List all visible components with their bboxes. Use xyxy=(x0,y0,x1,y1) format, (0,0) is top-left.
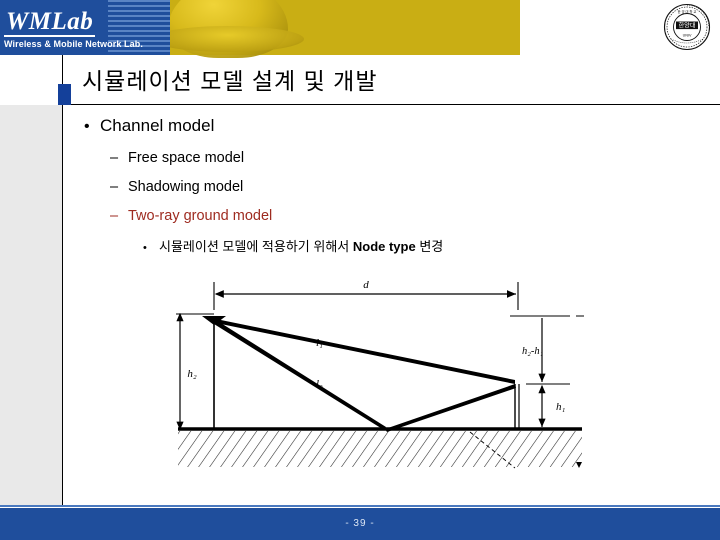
height-difference-label: h₂-h₁ xyxy=(522,346,543,357)
left-gray-panel xyxy=(0,105,62,505)
bullet-node-type-note: • 시뮬레이션 모델에 적용하기 위해서 Node type 변경 xyxy=(143,236,443,255)
note-text-emphasis: Node type xyxy=(352,239,416,254)
bullet-shadowing-model: – Shadowing model xyxy=(110,179,243,195)
note-text-after: 변경 xyxy=(415,239,444,254)
tx-height-label: h₂ xyxy=(187,368,197,380)
reflected-ray-reflected-path xyxy=(385,384,516,432)
university-seal-icon: 한양대 UNIV 한 양 대 학 교 xyxy=(663,3,711,51)
title-accent-square xyxy=(58,84,71,105)
vertical-divider xyxy=(62,55,63,505)
bullet-marker-icon: • xyxy=(143,242,147,254)
two-ray-ground-reflection-diagram: d h₂ l₁ l₀ h₂-h₁ h₁ xyxy=(176,279,584,469)
hard-hat-brim-icon xyxy=(152,26,304,52)
bullet-level2-label: Free space model xyxy=(128,150,245,166)
bullet-two-ray-ground-model: – Two-ray ground model xyxy=(110,208,272,224)
bullet-level2-label: Shadowing model xyxy=(128,179,244,195)
ground-hatch-fill xyxy=(178,431,582,467)
wmlab-logo: WMLab Wireless & Mobile Network Lab. xyxy=(4,8,174,49)
logo-subtitle: Wireless & Mobile Network Lab. xyxy=(4,39,143,49)
header-banner: WMLab Wireless & Mobile Network Lab. 한양대… xyxy=(0,0,720,58)
page-number: - 39 - xyxy=(345,518,375,529)
note-text-before: 시뮬레이션 모델에 적용하기 위해서 xyxy=(159,239,353,254)
dash-marker-icon: – xyxy=(110,150,119,166)
bullet-level2-label: Two-ray ground model xyxy=(128,208,273,224)
rx-height-label: h₁ xyxy=(556,401,566,413)
title-underline-rule xyxy=(62,104,720,105)
dash-marker-icon: – xyxy=(110,179,119,195)
footer-accent-line xyxy=(0,505,720,507)
bullet-level1-label: Channel model xyxy=(100,116,215,135)
svg-text:UNIV: UNIV xyxy=(683,34,692,38)
bullet-channel-model: • Channel model xyxy=(84,116,214,136)
reflected-ray-label: l₀ xyxy=(316,378,323,390)
distance-label: d xyxy=(363,279,369,291)
logo-title: WMLab xyxy=(4,8,96,37)
page-title: 시뮬레이션 모델 설계 및 개발 xyxy=(82,68,378,94)
dash-marker-icon: – xyxy=(110,208,119,224)
svg-text:한양대: 한양대 xyxy=(678,22,695,30)
direct-ray-label: l₁ xyxy=(316,337,323,349)
svg-text:한 양 대 학 교: 한 양 대 학 교 xyxy=(678,9,697,14)
bullet-free-space-model: – Free space model xyxy=(110,150,244,166)
bullet-marker-icon: • xyxy=(84,118,90,135)
